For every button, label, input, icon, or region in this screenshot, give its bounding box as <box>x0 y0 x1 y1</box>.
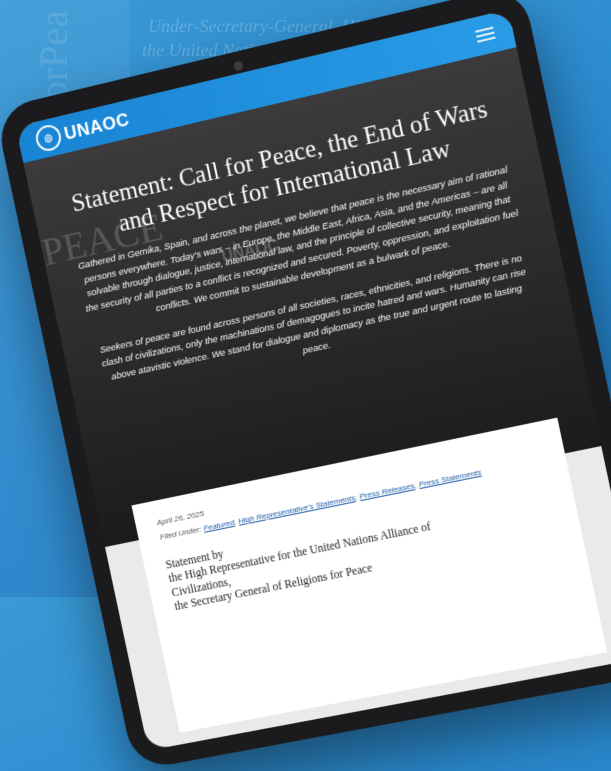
article-body: Statement by the High Representative for… <box>165 482 560 615</box>
tablet-screen: ◎ UNAOC PEACE UNAOC Statement: Call for … <box>15 9 611 751</box>
hamburger-menu-icon[interactable] <box>475 26 496 43</box>
filed-under-label: Filed Under: <box>159 524 203 542</box>
category-link-featured[interactable]: Featured <box>203 518 235 533</box>
un-emblem-icon: ◎ <box>33 122 64 154</box>
tablet-device: ◎ UNAOC PEACE UNAOC Statement: Call for … <box>0 0 611 771</box>
camera-icon <box>233 60 244 72</box>
